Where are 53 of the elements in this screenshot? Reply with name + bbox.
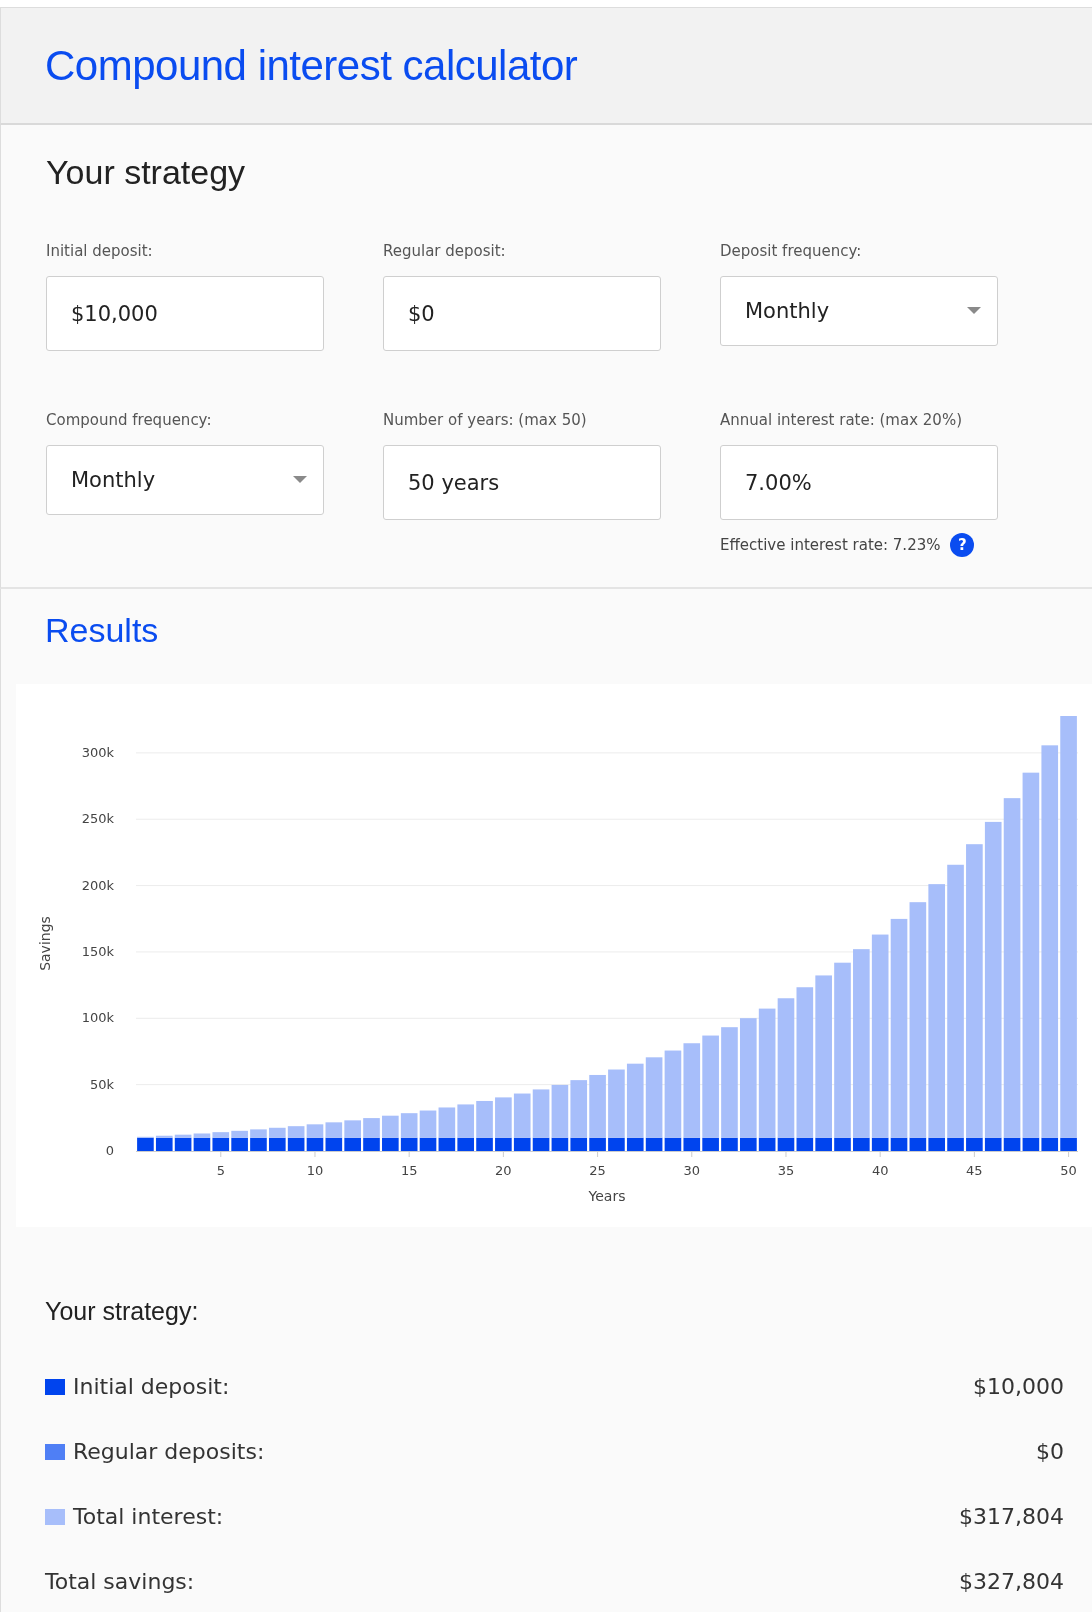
input-field[interactable]: 50 years xyxy=(383,445,661,520)
section-heading: Your strategy xyxy=(46,153,247,192)
summary-value: $0 xyxy=(1036,1439,1064,1464)
field-label: Regular deposit: xyxy=(383,242,507,260)
caret-icon xyxy=(293,476,307,484)
y-tick-label: 0 xyxy=(105,1143,114,1158)
field-label: Number of years: (max 50) xyxy=(383,411,588,429)
summary-value: $327,804 xyxy=(959,1569,1064,1594)
summary-label: Total interest: xyxy=(73,1504,224,1529)
y-tick-label: 50k xyxy=(89,1076,114,1092)
x-tick-label: 20 xyxy=(495,1163,512,1178)
chart-bar xyxy=(344,1120,361,1138)
y-axis-title: Savings xyxy=(37,916,53,971)
y-tick-label: 150k xyxy=(81,943,114,959)
summary-label: Total savings: xyxy=(45,1569,195,1594)
section-heading: Results xyxy=(45,611,160,650)
summary-label: Initial deposit: xyxy=(73,1374,230,1399)
x-axis-title: Years xyxy=(588,1188,626,1204)
summary-value: $10,000 xyxy=(973,1374,1064,1399)
x-tick-label: 25 xyxy=(589,1163,606,1178)
dropdown[interactable]: Monthly xyxy=(720,276,998,346)
page-title: Compound interest calculator xyxy=(45,41,578,90)
x-tick-label: 35 xyxy=(777,1163,795,1178)
field-label: Deposit frequency: xyxy=(720,242,863,260)
input-field[interactable]: 7.00% xyxy=(720,445,998,520)
y-tick-label: 300k xyxy=(81,744,114,760)
input-field[interactable]: $0 xyxy=(383,276,661,351)
x-tick-label: 50 xyxy=(1060,1163,1077,1178)
effective-rate-text: Effective interest rate: 7.23% xyxy=(720,536,941,554)
x-tick-label: 45 xyxy=(966,1163,983,1178)
summary-heading: Your strategy: xyxy=(45,1297,200,1326)
chart-bar xyxy=(287,1126,305,1138)
summary-label: Regular deposits: xyxy=(73,1439,265,1464)
x-tick-label: 40 xyxy=(871,1163,889,1178)
x-tick-label: 10 xyxy=(306,1163,324,1178)
caret-icon xyxy=(967,307,981,315)
y-tick-label: 100k xyxy=(81,1010,114,1026)
summary-value: $317,804 xyxy=(959,1504,1064,1529)
dropdown[interactable]: Monthly xyxy=(46,445,324,515)
chart-bar xyxy=(325,1122,343,1138)
y-tick-label: 200k xyxy=(81,877,114,893)
x-tick-label: 15 xyxy=(400,1163,418,1178)
chart-bar xyxy=(306,1124,324,1138)
field-label: Annual interest rate: (max 20%) xyxy=(720,411,963,429)
field-label: Initial deposit: xyxy=(46,242,154,260)
field-label: Compound frequency: xyxy=(46,411,213,429)
help-icon[interactable]: ? xyxy=(950,533,975,557)
chart-bar xyxy=(269,1127,286,1138)
input-field[interactable]: $10,000 xyxy=(46,276,324,351)
x-tick-label: 30 xyxy=(683,1163,701,1178)
x-tick-label: 5 xyxy=(216,1163,225,1178)
chart-bar xyxy=(363,1118,380,1138)
y-tick-label: 250k xyxy=(81,811,114,827)
